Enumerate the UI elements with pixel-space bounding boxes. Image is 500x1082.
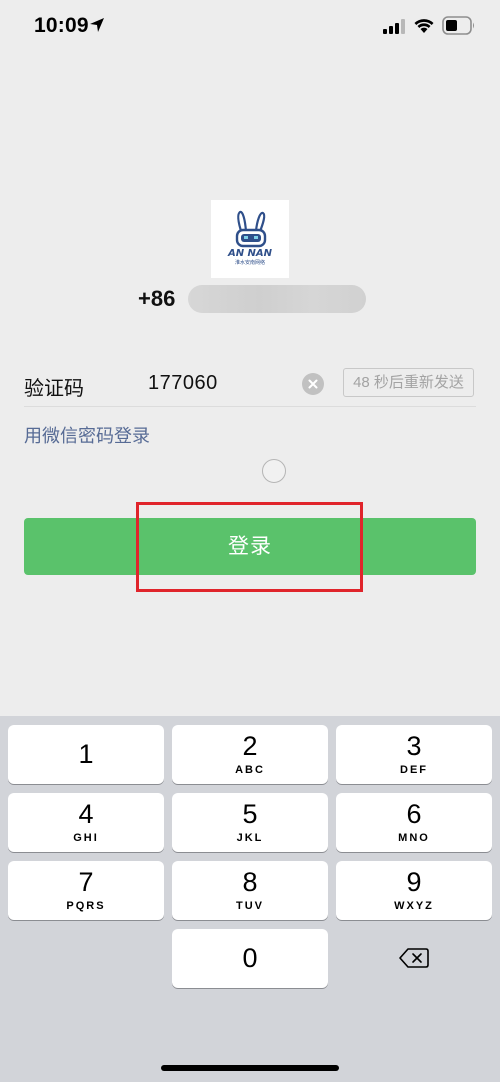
keypad-backspace[interactable] <box>336 929 492 988</box>
home-indicator[interactable] <box>161 1065 339 1071</box>
wifi-icon <box>414 19 434 33</box>
masked-phone-number <box>188 285 366 313</box>
verification-code-input[interactable]: 177060 <box>148 372 218 395</box>
account-avatar: AN NAN 淮水安南网络 <box>211 200 289 278</box>
backspace-icon <box>399 948 429 968</box>
annan-logo-icon: AN NAN 淮水安南网络 <box>211 200 289 278</box>
status-time: 10:09 <box>34 14 89 37</box>
keypad-key-7[interactable]: 7 PQRS <box>8 861 164 920</box>
keypad-key-4[interactable]: 4 GHI <box>8 793 164 852</box>
keypad-key-9[interactable]: 9 WXYZ <box>336 861 492 920</box>
signal-icon <box>383 19 405 34</box>
password-login-link[interactable]: 用微信密码登录 <box>24 422 150 448</box>
logo-subtitle: 淮水安南网络 <box>235 259 265 266</box>
verification-code-label: 验证码 <box>24 378 84 400</box>
status-bar: 10:09 <box>0 0 500 54</box>
keypad-key-0[interactable]: 0 <box>172 929 328 988</box>
keypad-key-8[interactable]: 8 TUV <box>172 861 328 920</box>
keypad-key-1[interactable]: 1 <box>8 725 164 784</box>
clear-input-icon[interactable] <box>302 373 324 395</box>
phone-number: +86 <box>138 283 378 317</box>
keypad-key-5[interactable]: 5 JKL <box>172 793 328 852</box>
country-code: +86 <box>138 286 176 311</box>
verification-code-row: 验证码 177060 48 秒后重新发送 <box>24 362 476 407</box>
highlight-annotation-box <box>136 502 363 592</box>
logo-wordmark: AN NAN <box>227 248 273 259</box>
keypad-key-6[interactable]: 6 MNO <box>336 793 492 852</box>
login-screen: 10:09 AN NAN 淮水安南网络 +86 验证码 177060 48 秒后… <box>0 0 500 1082</box>
resend-code-button[interactable]: 48 秒后重新发送 <box>343 368 474 397</box>
location-arrow-icon <box>90 18 104 32</box>
loading-indicator <box>262 459 286 483</box>
battery-icon <box>442 16 474 35</box>
keypad-key-2[interactable]: 2 ABC <box>172 725 328 784</box>
keypad-key-3[interactable]: 3 DEF <box>336 725 492 784</box>
